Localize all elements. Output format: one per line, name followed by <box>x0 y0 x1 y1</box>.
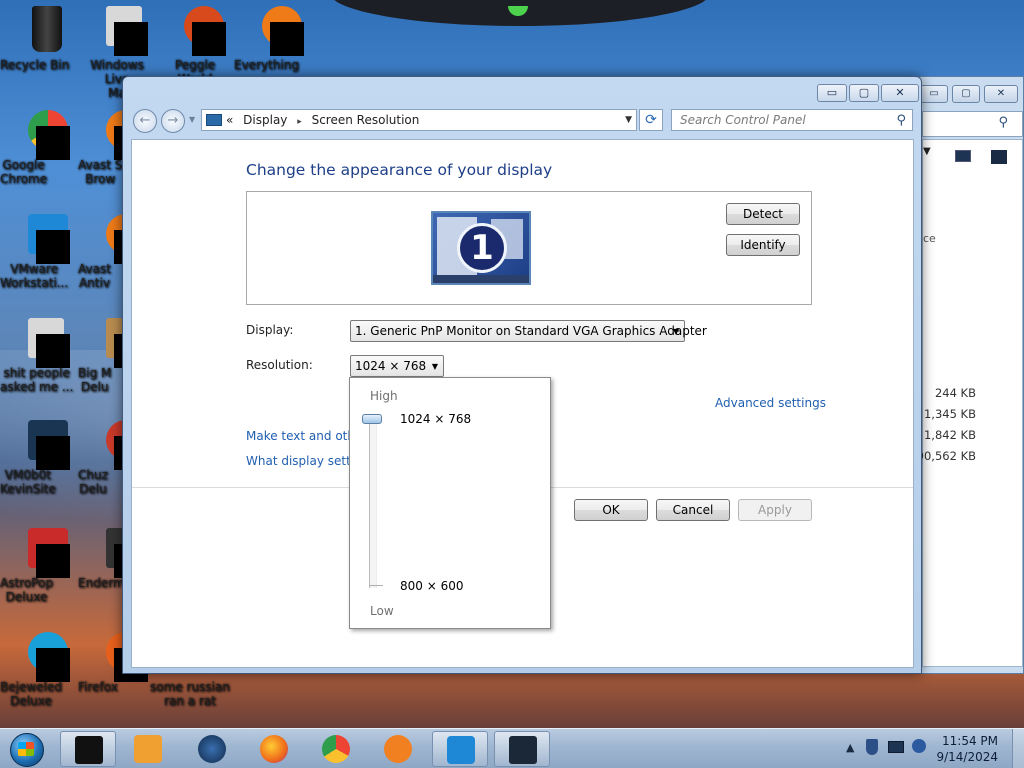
close-button[interactable]: ✕ <box>881 84 919 102</box>
control-panel-icon <box>509 736 537 764</box>
clock-time[interactable]: 11:54 PM <box>942 734 998 748</box>
control-panel-icon <box>206 114 222 126</box>
taskbar-firefox[interactable] <box>246 731 302 767</box>
high-label: High <box>370 389 398 403</box>
clock-date[interactable]: 9/14/2024 <box>936 750 998 764</box>
identify-button[interactable]: Identify <box>726 234 800 256</box>
resolution-select[interactable]: 1024 × 768 ▼ <box>350 355 444 377</box>
ok-button[interactable]: OK <box>574 499 648 521</box>
close-button[interactable]: ✕ <box>984 85 1018 103</box>
navigation-bar: ← → ▼ « Display ▸ Screen Resolution ▼ ⟳ … <box>131 107 913 135</box>
monitor-number: 1 <box>457 223 507 273</box>
resolution-slider-track[interactable] <box>369 418 377 588</box>
low-label: Low <box>370 604 394 618</box>
security-shield-icon[interactable] <box>866 739 878 755</box>
start-button[interactable] <box>4 731 50 767</box>
apply-button[interactable]: Apply <box>738 499 812 521</box>
desktop-icon-vm0b0t[interactable]: VM0b0t KevinSite <box>0 420 78 496</box>
wallpaper-decoration <box>330 0 710 26</box>
taskbar-pinned-app[interactable] <box>60 731 116 767</box>
desktop-icon-folder[interactable]: shit people asked me ... <box>0 318 78 394</box>
background-explorer-window[interactable]: ▭ ▢ ✕ ⚲ ▼ ce 244 KB 1,345 KB 1,842 KB 90… <box>915 76 1024 674</box>
breadcrumb: « Display ▸ Screen Resolution <box>226 113 425 127</box>
wallpaper-light <box>508 6 528 16</box>
cancel-button[interactable]: Cancel <box>656 499 730 521</box>
forward-button[interactable]: → <box>161 109 185 133</box>
minimize-button[interactable]: ▭ <box>920 85 948 103</box>
show-desktop-button[interactable] <box>1012 729 1024 768</box>
search-input[interactable]: Search Control Panel ⚲ <box>671 109 913 131</box>
taskbar-media-player[interactable] <box>120 731 176 767</box>
chevron-down-icon: ▼ <box>672 327 679 336</box>
desktop-icon-windows-live[interactable]: Windows Live Ma <box>78 6 156 100</box>
search-box[interactable]: ⚲ <box>922 111 1023 137</box>
display-label: Display: <box>246 323 294 337</box>
taskbar-chrome[interactable] <box>308 731 364 767</box>
resolution-label: Resolution: <box>246 358 313 372</box>
advanced-settings-link[interactable]: Advanced settings <box>715 396 826 410</box>
breadcrumb-screen-resolution[interactable]: Screen Resolution <box>312 113 420 127</box>
search-icon: ⚲ <box>998 115 1008 130</box>
display-icon[interactable] <box>888 741 904 753</box>
resolution-slider-popup[interactable]: High 1024 × 768 800 × 600 Low <box>349 377 551 629</box>
resolution-slider-thumb[interactable] <box>362 414 382 424</box>
address-bar[interactable]: « Display ▸ Screen Resolution ▼ <box>201 109 637 131</box>
vmware-icon <box>447 736 475 764</box>
back-button[interactable]: ← <box>133 109 157 133</box>
address-dropdown-icon[interactable]: ▼ <box>625 115 632 125</box>
windows-logo-icon <box>18 742 34 756</box>
taskbar-app[interactable] <box>184 731 240 767</box>
app-icon <box>198 735 226 763</box>
taskbar: ▲ 11:54 PM 9/14/2024 <box>0 728 1024 768</box>
chevron-up-icon[interactable]: ▲ <box>846 741 854 754</box>
taskbar-vmware[interactable] <box>432 731 488 767</box>
view-icon[interactable] <box>955 150 971 162</box>
system-tray: ▲ 11:54 PM 9/14/2024 <box>834 729 1024 768</box>
recycle-bin-icon <box>32 6 62 52</box>
desktop-icon-astropop[interactable]: AstroPop Deluxe <box>0 528 78 604</box>
resolution-option-low[interactable]: 800 × 600 <box>400 579 464 593</box>
search-icon[interactable]: ⚲ <box>896 113 906 128</box>
detect-button[interactable]: Detect <box>726 203 800 225</box>
monitor-preview-box: 1 Detect Identify <box>246 191 812 305</box>
chevron-down-icon: ▼ <box>431 362 438 371</box>
page-title: Change the appearance of your display <box>246 161 553 179</box>
breadcrumb-display[interactable]: Display <box>243 113 287 127</box>
avast-icon <box>384 735 412 763</box>
desktop-icon-everything[interactable]: Everything <box>234 6 312 72</box>
breadcrumb-separator-icon[interactable]: ▸ <box>297 117 302 127</box>
refresh-button[interactable]: ⟳ <box>639 109 663 131</box>
firefox-icon <box>260 735 288 763</box>
recent-pages-dropdown-icon[interactable]: ▼ <box>189 115 195 124</box>
chevron-down-icon[interactable]: ▼ <box>923 146 931 157</box>
desktop-icon-google-chrome[interactable]: Google Chrome <box>0 110 78 186</box>
media-player-icon <box>134 735 162 763</box>
chrome-icon <box>322 735 350 763</box>
desktop-icon-recycle-bin[interactable]: Recycle Bin <box>0 6 78 72</box>
app-icon <box>75 736 103 764</box>
desktop-icon-peggle-world[interactable]: Peggle World <box>156 6 234 86</box>
taskbar-avast[interactable] <box>370 731 426 767</box>
breadcrumb-overflow[interactable]: « <box>226 113 233 127</box>
network-icon[interactable] <box>912 739 926 753</box>
slider-tick <box>369 585 383 586</box>
maximize-button[interactable]: ▢ <box>849 84 879 102</box>
maximize-button[interactable]: ▢ <box>952 85 980 103</box>
desktop-icon-bejeweled[interactable]: Bejeweled Deluxe <box>0 632 78 708</box>
monitor-1[interactable]: 1 <box>431 211 531 285</box>
preview-icon[interactable] <box>991 150 1007 164</box>
file-list[interactable]: ▼ ce 244 KB 1,345 KB 1,842 KB 90,562 KB <box>917 139 1023 667</box>
taskbar-control-panel[interactable] <box>494 731 550 767</box>
resolution-option-high[interactable]: 1024 × 768 <box>400 412 471 426</box>
minimize-button[interactable]: ▭ <box>817 84 847 102</box>
display-select[interactable]: 1. Generic PnP Monitor on Standard VGA G… <box>350 320 707 342</box>
desktop-icon-vmware[interactable]: VMware Workstati... <box>0 214 78 290</box>
